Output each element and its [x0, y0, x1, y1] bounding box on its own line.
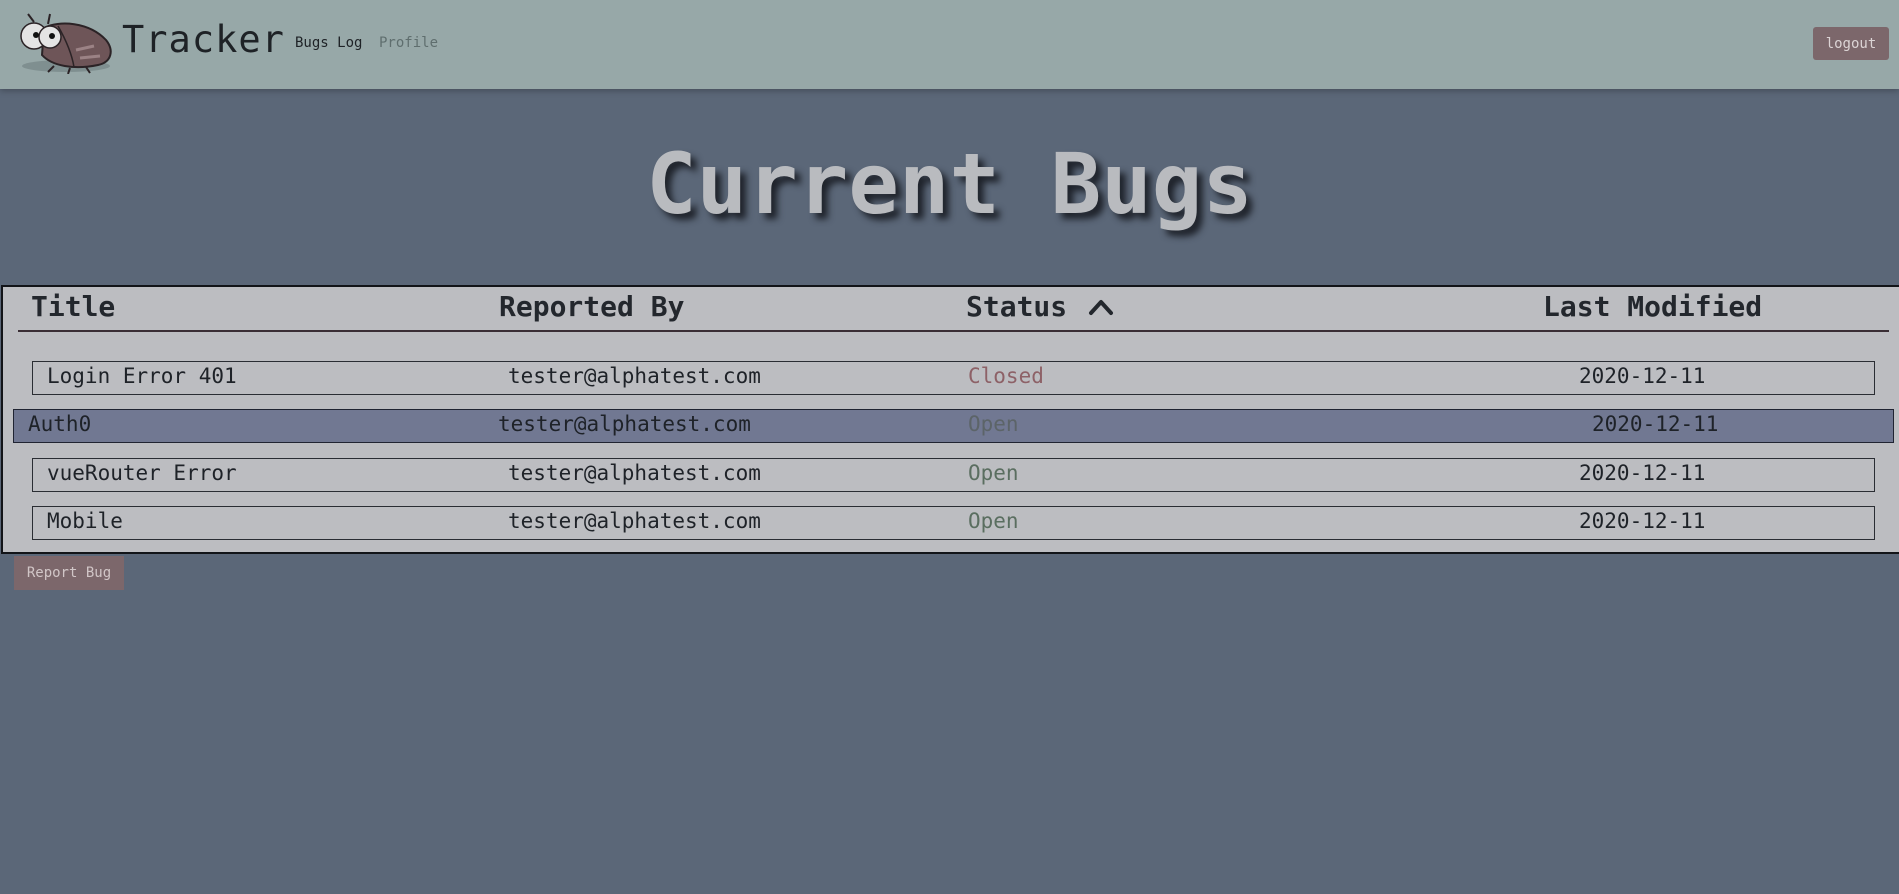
cell-status: Open [968, 509, 1019, 533]
cell-reported-by: tester@alphatest.com [508, 364, 761, 388]
bug-table: Title Reported By Status Last Modified L… [1, 285, 1899, 554]
logout-button[interactable]: logout [1813, 27, 1889, 60]
cell-title: Mobile [47, 509, 123, 533]
cell-title: vueRouter Error [47, 461, 237, 485]
column-header-title[interactable]: Title [31, 290, 115, 323]
header-divider [18, 330, 1889, 332]
cell-title: Auth0 [28, 412, 92, 436]
navbar: Tracker Bugs Log Profile logout [0, 0, 1899, 89]
column-header-status[interactable]: Status [966, 290, 1067, 323]
table-row[interactable]: Login Error 401 tester@alphatest.com Clo… [32, 361, 1875, 395]
table-row-hovered[interactable]: Auth0 tester@alphatest.com Open 2020-12-… [13, 409, 1894, 443]
table-row[interactable]: Mobile tester@alphatest.com Open 2020-12… [32, 506, 1875, 540]
column-header-reported-by[interactable]: Reported By [499, 290, 684, 323]
cell-last-modified: 2020-12-11 [1579, 364, 1706, 388]
cell-title: Login Error 401 [47, 364, 237, 388]
cell-status: Open [968, 461, 1019, 485]
cell-reported-by: tester@alphatest.com [508, 509, 761, 533]
cell-status: Open [968, 412, 1019, 436]
cell-last-modified: 2020-12-11 [1592, 412, 1719, 436]
table-header: Title Reported By Status Last Modified [3, 287, 1899, 333]
chevron-up-icon[interactable] [1088, 295, 1114, 317]
nav-link-profile[interactable]: Profile [379, 35, 438, 51]
cell-reported-by: tester@alphatest.com [498, 412, 751, 436]
brand-title[interactable]: Tracker [122, 18, 285, 61]
page-title: Current Bugs [646, 135, 1253, 233]
column-header-last-modified[interactable]: Last Modified [1543, 290, 1762, 323]
cell-status: Closed [968, 364, 1044, 388]
report-bug-button[interactable]: Report Bug [14, 556, 124, 590]
table-row[interactable]: vueRouter Error tester@alphatest.com Ope… [32, 458, 1875, 492]
bug-logo-icon[interactable] [14, 10, 120, 74]
nav-link-bugs-log[interactable]: Bugs Log [295, 35, 362, 51]
cell-last-modified: 2020-12-11 [1579, 461, 1706, 485]
cell-reported-by: tester@alphatest.com [508, 461, 761, 485]
cell-last-modified: 2020-12-11 [1579, 509, 1706, 533]
